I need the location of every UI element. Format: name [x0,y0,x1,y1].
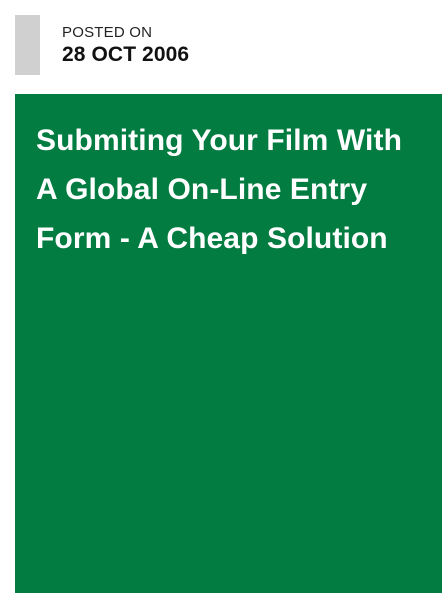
post-date: 28 OCT 2006 [62,43,190,66]
posted-on-label: POSTED ON [62,24,153,41]
meta-accent-bar [15,15,40,75]
post-title[interactable]: Submiting Your Film With A Global On-Lin… [36,116,402,263]
post-meta: POSTED ON 28 OCT 2006 [15,15,189,75]
page: POSTED ON 28 OCT 2006 Submiting Your Fil… [0,0,442,593]
post-card[interactable]: Submiting Your Film With A Global On-Lin… [15,94,442,593]
meta-text: POSTED ON 28 OCT 2006 [40,15,189,75]
